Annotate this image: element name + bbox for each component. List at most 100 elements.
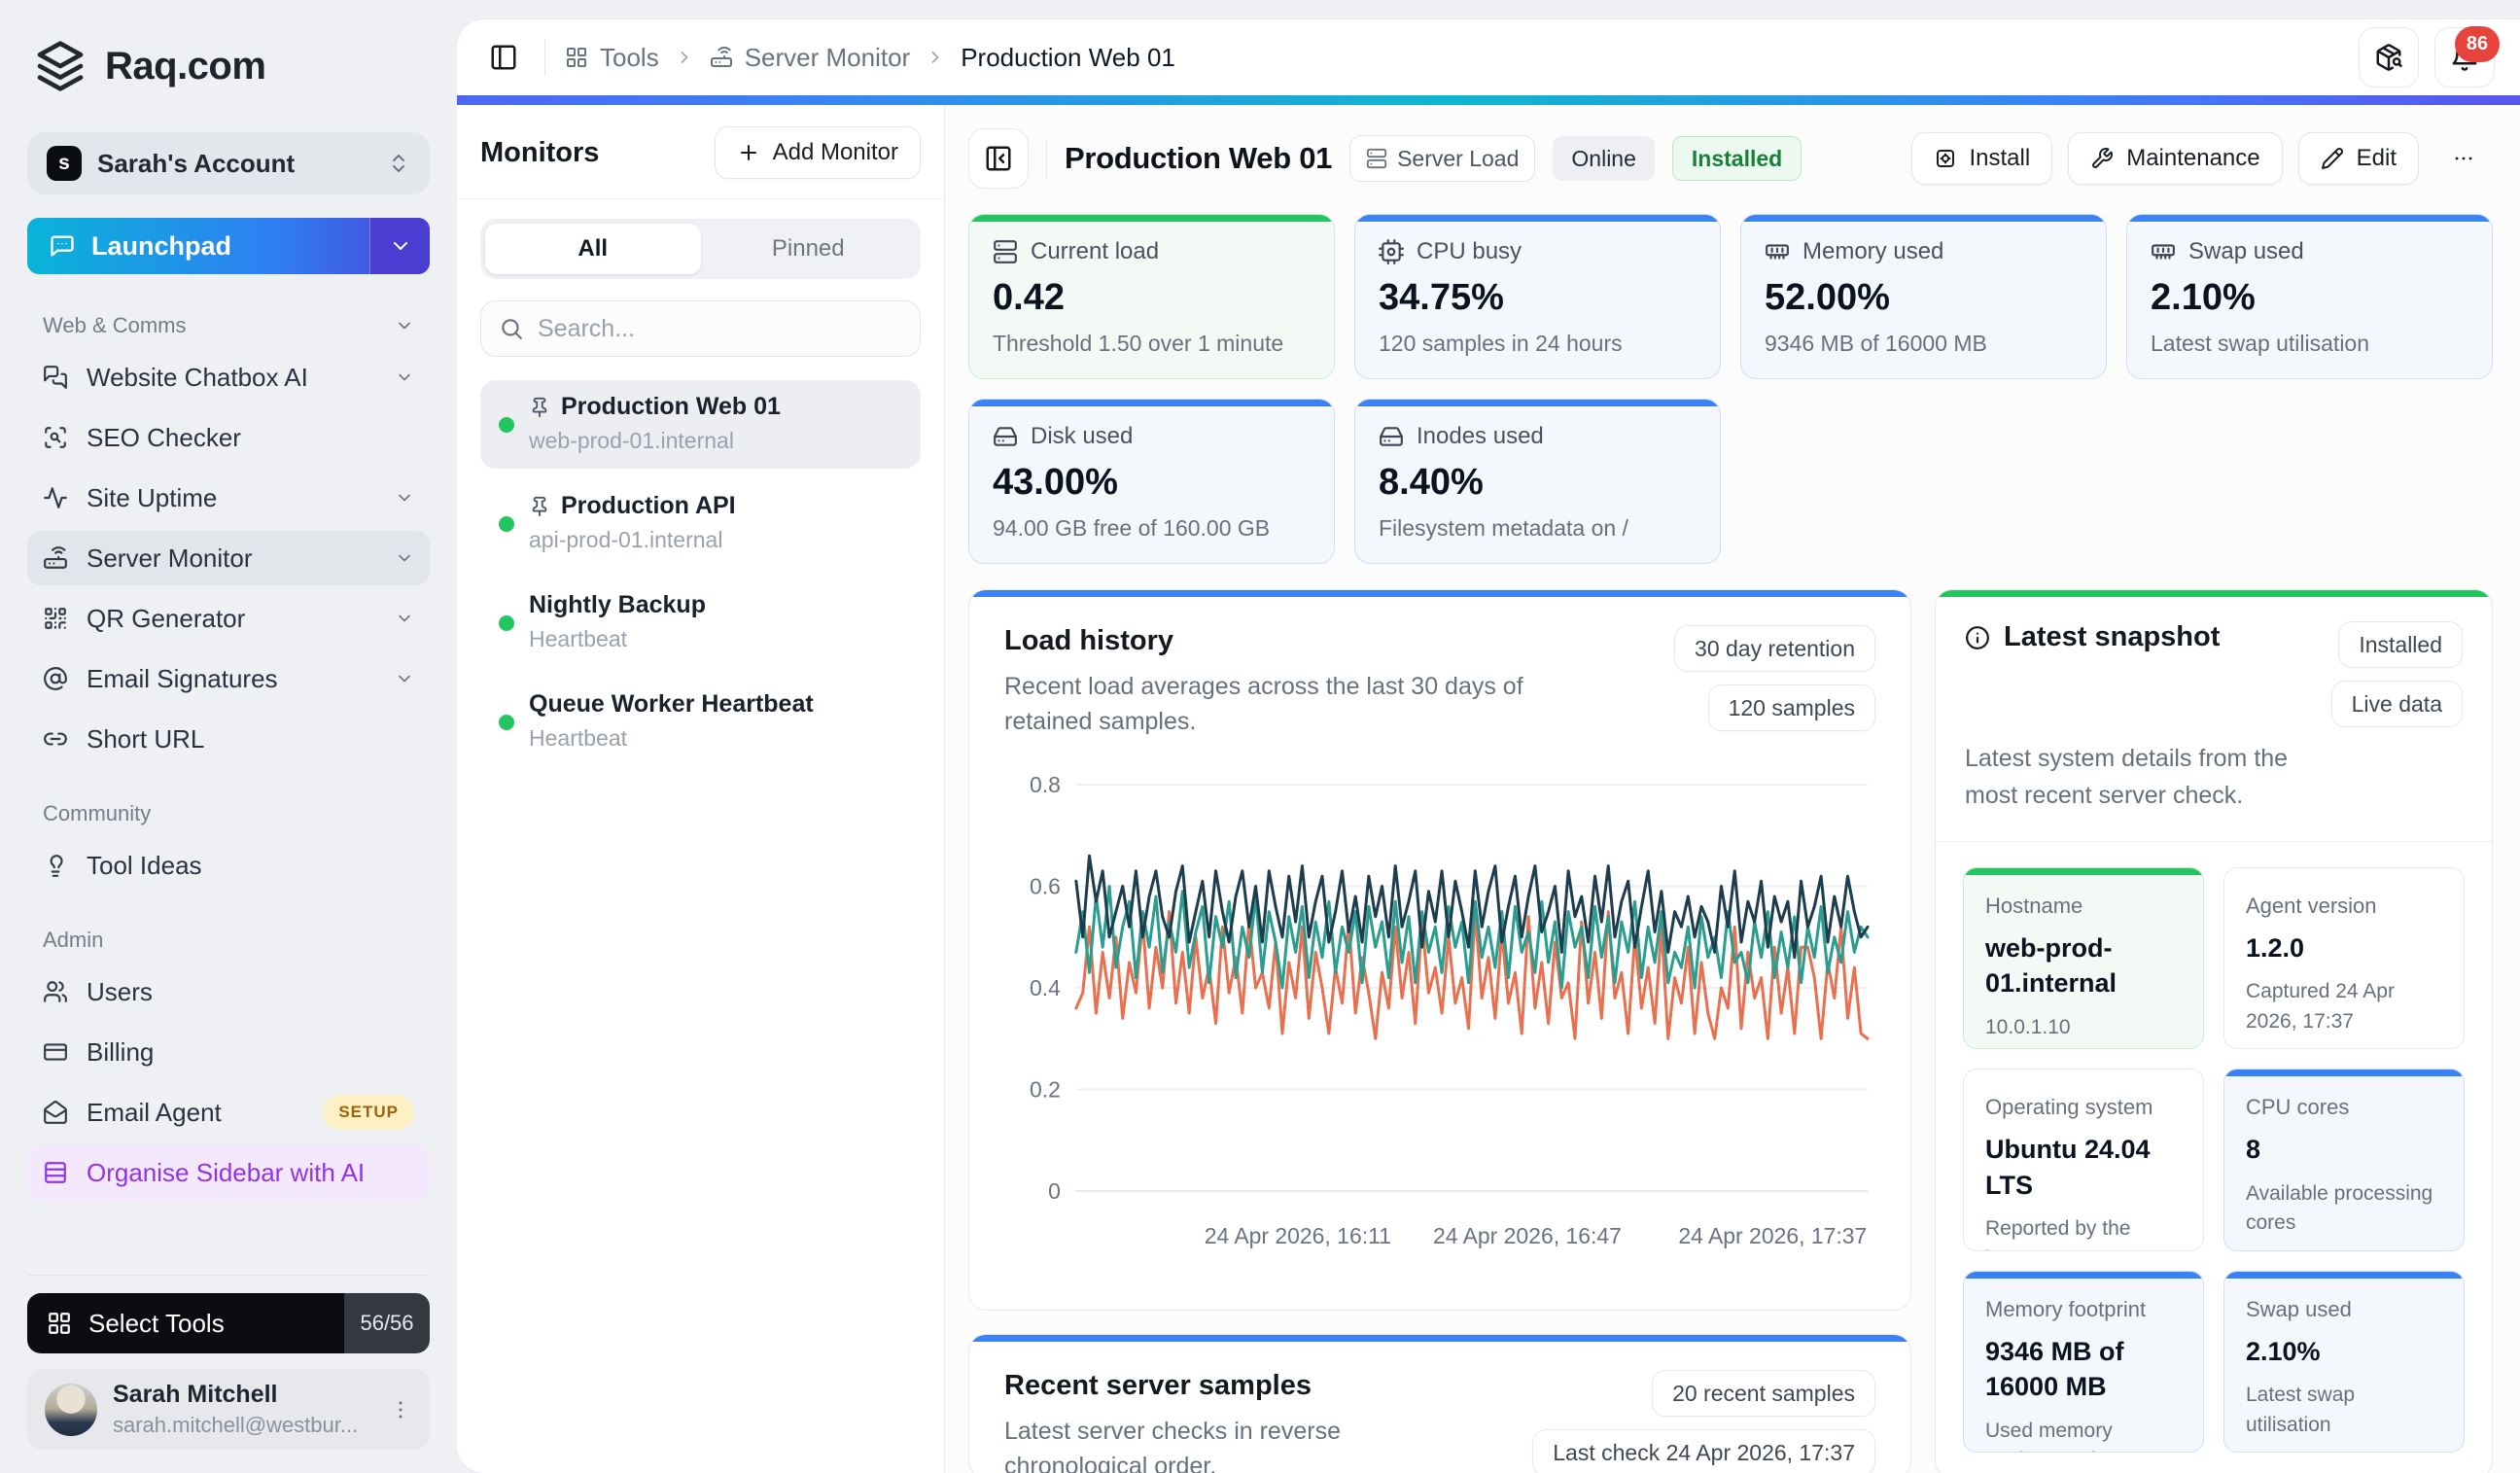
edit-button[interactable]: Edit	[2297, 132, 2419, 185]
brand[interactable]: Raq.com	[33, 39, 424, 93]
sidebar-item-tool-ideas[interactable]: Tool Ideas	[27, 838, 430, 893]
chip-120-samples: 120 samples	[1707, 684, 1875, 731]
divider	[457, 198, 944, 199]
sidebar-item-site-uptime[interactable]: Site Uptime	[27, 471, 430, 525]
stat-label: Memory used	[1802, 238, 1944, 264]
stats-grid: Current load 0.42 Threshold 1.50 over 1 mi…	[968, 214, 2493, 564]
stat-card-memory-used: Memory used 52.00% 9346 MB of 16000 MB	[1740, 214, 2107, 379]
panel-left-close-icon	[984, 144, 1013, 173]
search-box[interactable]	[480, 300, 921, 357]
notifications-button[interactable]: 86	[2434, 26, 2500, 88]
monitor-item-production-api[interactable]: Production API api-prod-01.internal	[480, 479, 921, 568]
sidebar-sections: Web & Comms Website Chatbox AI SEO Checker…	[27, 274, 430, 1275]
router-icon	[43, 545, 68, 571]
collapse-panel-button[interactable]	[968, 128, 1029, 189]
monitor-item-production-web-01[interactable]: Production Web 01 web-prod-01.internal	[480, 380, 921, 469]
chip-live-data: Live data	[2330, 681, 2463, 727]
tab-pinned[interactable]: Pinned	[701, 224, 917, 274]
stat-value: 43.00%	[993, 462, 1118, 503]
panel-accent	[969, 1335, 1910, 1342]
maintenance-button[interactable]: Maintenance	[2068, 132, 2283, 185]
stat-card-inodes-used: Inodes used 8.40% Filesystem metadata on /	[1354, 399, 1721, 564]
launchpad-dropdown[interactable]	[369, 218, 430, 274]
section-label: Admin	[43, 928, 104, 952]
snapshot-grid: Hostname web-prod-01.internal 10.0.1.10 Age…	[1936, 842, 2492, 1473]
snap-accent	[1964, 1070, 2203, 1076]
router-icon	[710, 46, 733, 69]
sidebar-item-email-agent[interactable]: Email Agent SETUP	[27, 1085, 430, 1140]
select-tools-button[interactable]: Select Tools 56/56	[27, 1293, 430, 1353]
info-icon	[1965, 625, 1990, 650]
mail-icon	[43, 1100, 68, 1125]
snapshot-card-agent-version: Agent version 1.2.0 Captured 24 Apr 2026, …	[2223, 867, 2465, 1050]
monitor-item-row: Nightly Backup	[529, 591, 903, 619]
status-dot	[499, 614, 514, 631]
sidebar-item-label: Short URL	[87, 723, 205, 754]
account-switcher[interactable]: s Sarah's Account	[27, 132, 430, 194]
more-actions-button[interactable]	[2434, 132, 2493, 185]
user-email: sarah.mitchell@westbur...	[113, 1413, 359, 1437]
stat-label: Inodes used	[1417, 423, 1544, 449]
sidebar-item-website-chatbox-ai[interactable]: Website Chatbox AI	[27, 350, 430, 404]
sidebar-item-qr-generator[interactable]: QR Generator	[27, 591, 430, 646]
users-icon	[43, 979, 68, 1004]
server-load-label: Server Load	[1397, 145, 1520, 171]
sidebar-item-server-monitor[interactable]: Server Monitor	[27, 531, 430, 585]
status-dot	[499, 714, 514, 730]
sidebar-item-short-url[interactable]: Short URL	[27, 712, 430, 766]
package-search-button[interactable]	[2359, 27, 2419, 88]
install-button[interactable]: Install	[1910, 132, 2053, 185]
launchpad-chat-icon	[49, 232, 76, 260]
stat-accent	[969, 215, 1334, 222]
accent-gradient-bar	[457, 95, 2520, 105]
sidebar-item-billing[interactable]: Billing	[27, 1025, 430, 1079]
sidebar-item-email-signatures[interactable]: Email Signatures	[27, 651, 430, 706]
svg-text:24 Apr 2026, 17:37: 24 Apr 2026, 17:37	[1678, 1222, 1867, 1247]
tab-all[interactable]: All	[485, 224, 701, 274]
monitor-item-nightly-backup[interactable]: Nightly Backup Heartbeat	[480, 579, 921, 667]
launchpad-button[interactable]: Launchpad	[27, 218, 430, 274]
sidebar-toggle-button[interactable]	[482, 36, 525, 79]
stat-value: 8.40%	[1379, 462, 1484, 503]
monitor-name: Nightly Backup	[529, 591, 706, 618]
section-header: Community	[43, 801, 414, 826]
sidebar-item-label: Billing	[87, 1036, 155, 1067]
memory-icon	[2151, 239, 2176, 264]
add-monitor-label: Add Monitor	[772, 139, 898, 165]
monitor-item-queue-worker-heartbeat[interactable]: Queue Worker Heartbeat Heartbeat	[480, 678, 921, 766]
stat-accent	[2127, 215, 2492, 222]
breadcrumb-label: Tools	[600, 42, 659, 72]
stat-value: 34.75%	[1379, 277, 1504, 318]
chip-20-recent-samples: 20 recent samples	[1652, 1370, 1875, 1417]
sidebar-item-users[interactable]: Users	[27, 964, 430, 1019]
screen: Raq.com s Sarah's Account Launchpad Web …	[0, 0, 2520, 1473]
load-history-panel: Load history Recent load averages across…	[968, 589, 1911, 1311]
topbar: Tools Server Monitor Production Web 01 8…	[457, 19, 2520, 95]
search-input[interactable]	[538, 314, 902, 343]
user-card[interactable]: Sarah Mitchell sarah.mitchell@westbur...	[27, 1369, 430, 1450]
load-history-desc: Recent load averages across the last 30 …	[1004, 673, 1523, 736]
chevron-down-icon	[395, 368, 414, 387]
breadcrumb-tools[interactable]: Tools	[565, 43, 659, 73]
qr-icon	[43, 606, 68, 631]
more-vertical-icon[interactable]	[389, 1398, 412, 1421]
scan-search-icon	[43, 425, 68, 450]
stat-label-row: CPU busy	[1379, 238, 1697, 265]
sidebar-item-seo-checker[interactable]: SEO Checker	[27, 410, 430, 465]
svg-text:0.6: 0.6	[1030, 873, 1061, 898]
monitor-item-row: Production API	[529, 492, 903, 520]
snapshot-title: Latest snapshot	[2004, 621, 2221, 652]
chevron-right-icon	[675, 48, 694, 67]
latest-snapshot-panel: Latest snapshot Installed Live data Lates…	[1935, 589, 2493, 1473]
add-monitor-button[interactable]: Add Monitor	[714, 126, 921, 179]
breadcrumb-server-monitor[interactable]: Server Monitor	[710, 43, 910, 73]
panels-row: Load history Recent load averages across…	[968, 589, 2493, 1473]
svg-text:0.8: 0.8	[1030, 771, 1061, 796]
snapshot-card-desc: Latest swap utilisation	[2246, 1384, 2356, 1436]
stat-label-row: Inodes used	[1379, 423, 1697, 450]
sidebar-item-organise-sidebar-with-ai[interactable]: Organise Sidebar with AI	[27, 1145, 430, 1200]
snapshot-card-operating-system: Operating system Ubuntu 24.04 LTS Reported…	[1963, 1069, 2204, 1251]
sidebar: Raq.com s Sarah's Account Launchpad Web …	[0, 0, 457, 1473]
snap-accent	[2224, 868, 2464, 875]
detail-area: Production Web 01 Server Load Online Ins…	[945, 105, 2520, 1473]
